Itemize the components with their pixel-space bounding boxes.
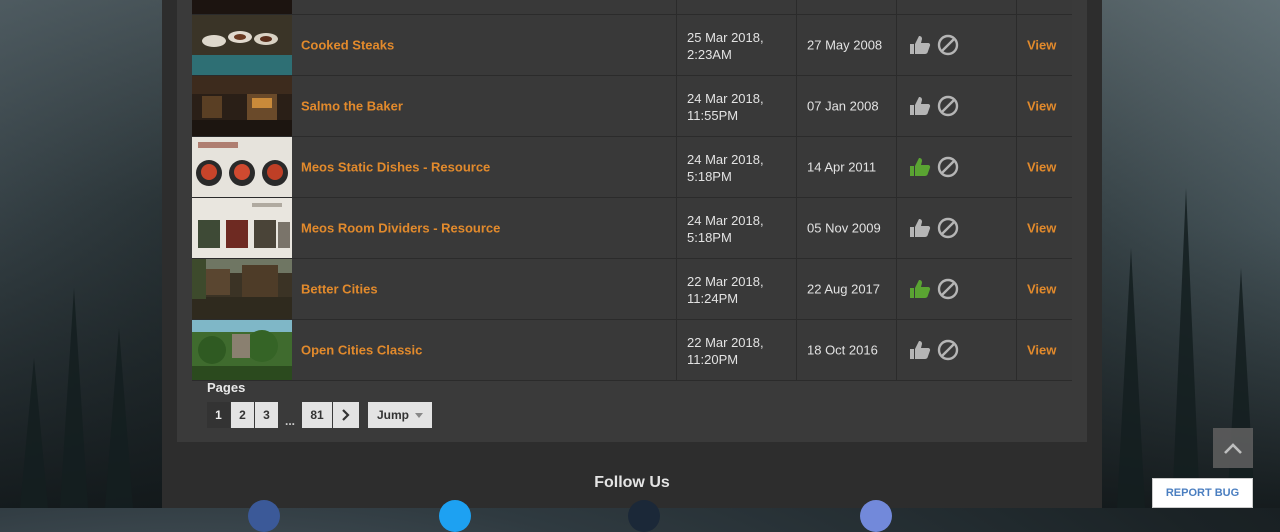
block-icon[interactable] [937,156,959,178]
view-link[interactable]: View [1027,282,1056,297]
last-updated: 22 Mar 2018, 11:24PM [687,274,764,306]
view-link[interactable]: View [1027,99,1056,114]
arrow-up-icon [1224,443,1242,454]
pagination: 1 2 3 ... 81 Jump [207,402,433,428]
mod-name-link[interactable]: Meos Static Dishes - Resource [301,160,490,175]
block-icon[interactable] [937,339,959,361]
endorse-actions [909,34,959,56]
table-row: Meos Static Dishes - Resource 24 Mar 201… [192,137,1072,198]
mod-name-link[interactable]: Open Cities Classic [301,343,422,358]
last-updated: 22 Mar 2018, 11:20PM [687,335,764,367]
page-last[interactable]: 81 [302,402,333,428]
release-date: 22 Aug 2017 [807,281,881,297]
mod-thumbnail[interactable] [192,320,292,380]
release-date: 27 May 2008 [807,37,883,53]
page-link[interactable]: 3 [255,402,278,428]
release-date: 07 Jan 2008 [807,98,879,114]
block-icon[interactable] [937,278,959,300]
endorse-actions [909,339,959,361]
mod-thumbnail[interactable] [192,259,292,319]
mod-name-link[interactable]: Salmo the Baker [301,99,403,114]
thumbs-up-icon[interactable] [909,340,931,360]
mod-name-link[interactable]: Cooked Steaks [301,38,394,53]
caret-down-icon [415,412,424,418]
jump-dropdown[interactable]: Jump [368,402,433,428]
table-row: Salmo the Baker 24 Mar 2018, 11:55PM 07 J… [192,76,1072,137]
chevron-right-icon [342,409,350,421]
background-right [1102,0,1280,508]
follow-us-title: Follow Us [594,474,670,491]
last-updated: 25 Mar 2018, 2:23AM [687,30,764,62]
mod-thumbnail[interactable] [192,198,292,258]
page-current[interactable]: 1 [207,402,230,428]
mod-thumbnail[interactable] [192,15,292,75]
background-left [0,0,162,508]
view-link[interactable]: View [1027,221,1056,236]
mod-thumbnail[interactable] [192,137,292,197]
jump-label: Jump [377,408,410,422]
endorse-actions [909,156,959,178]
view-link[interactable]: View [1027,38,1056,53]
last-updated: 24 Mar 2018, 5:18PM [687,152,764,184]
table-row: Meos Room Dividers - Resource 24 Mar 201… [192,198,1072,259]
content-wrapper: Cooked Steaks 25 Mar 2018, 2:23AM 27 May … [162,0,1102,532]
block-icon[interactable] [937,217,959,239]
release-date: 14 Apr 2011 [807,159,877,175]
twitter-icon[interactable] [439,500,471,532]
last-updated: 24 Mar 2018, 5:18PM [687,213,764,245]
mod-list-panel: Cooked Steaks 25 Mar 2018, 2:23AM 27 May … [177,0,1087,442]
page-link[interactable]: 2 [231,402,254,428]
endorse-actions [909,95,959,117]
back-to-top-button[interactable] [1213,428,1253,468]
table-row-partial [192,0,1072,15]
thumbs-up-icon[interactable] [909,218,931,238]
thumbs-up-icon[interactable] [909,35,931,55]
table-row: Better Cities 22 Mar 2018, 11:24PM 22 Aug… [192,259,1072,320]
table-row: Open Cities Classic 22 Mar 2018, 11:20PM … [192,320,1072,381]
endorse-actions [909,217,959,239]
pages-label: Pages [207,380,246,395]
last-updated: 24 Mar 2018, 11:55PM [687,91,764,123]
thumbs-up-icon[interactable] [909,279,931,299]
block-icon[interactable] [937,34,959,56]
discord-icon[interactable] [860,500,892,532]
view-link[interactable]: View [1027,343,1056,358]
mod-name-link[interactable]: Meos Room Dividers - Resource [301,221,500,236]
thumbs-up-icon[interactable] [909,157,931,177]
release-date: 18 Oct 2016 [807,342,878,358]
facebook-icon[interactable] [248,500,280,532]
page-ellipsis: ... [285,414,296,428]
endorse-actions [909,278,959,300]
mod-name-link[interactable]: Better Cities [301,282,378,297]
release-date: 05 Nov 2009 [807,220,881,236]
report-bug-button[interactable]: REPORT BUG [1152,478,1253,508]
mod-table: Cooked Steaks 25 Mar 2018, 2:23AM 27 May … [192,0,1072,381]
view-link[interactable]: View [1027,160,1056,175]
next-page-button[interactable] [333,402,360,428]
steam-icon[interactable] [628,500,660,532]
table-row: Cooked Steaks 25 Mar 2018, 2:23AM 27 May … [192,15,1072,76]
thumbs-up-icon[interactable] [909,96,931,116]
block-icon[interactable] [937,95,959,117]
mod-thumbnail[interactable] [192,76,292,136]
